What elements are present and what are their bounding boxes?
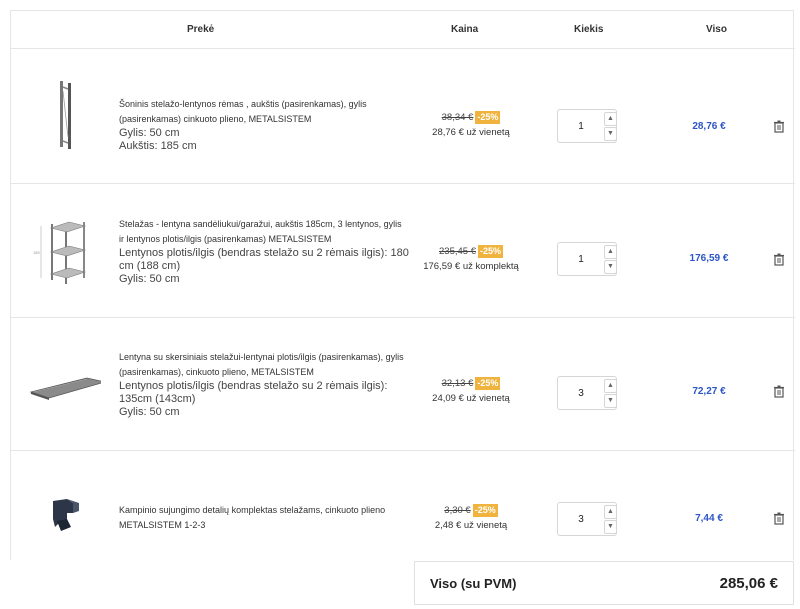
trash-icon[interactable] [773, 120, 785, 133]
old-price: 3,30 € [444, 505, 471, 516]
decrement-button[interactable]: ▼ [604, 394, 617, 408]
product-title-link[interactable]: Šoninis stelažo-lentynos rėmas , aukštis… [119, 97, 409, 127]
product-description: Kampinio sujungimo detalių komplektas st… [119, 503, 409, 533]
order-summary: Viso (su PVM) 285,06 € [414, 561, 794, 605]
line-total: 176,59 € [689, 253, 729, 264]
summary-total: 285,06 € [719, 575, 778, 592]
unit-price: 176,59 € už komplektą [423, 261, 519, 272]
product-option: Lentynos plotis/ilgis (bendras stelažo s… [119, 247, 409, 272]
quantity-input[interactable] [562, 118, 600, 134]
unit-price: 24,09 € už vienetą [432, 393, 510, 404]
cart-row: Šoninis stelažo-lentynos rėmas , aukštis… [11, 49, 795, 184]
quantity-input[interactable] [562, 511, 600, 527]
old-price: 235,45 € [439, 246, 476, 257]
product-option: Lentynos plotis/ilgis (bendras stelažo s… [119, 380, 388, 405]
trash-icon[interactable] [773, 253, 785, 266]
cart-row: 185 Stelažas - lentyna sandėliukui/garaž… [11, 184, 795, 318]
unit-price: 28,76 € už vienetą [432, 127, 510, 138]
decrement-button[interactable]: ▼ [604, 520, 617, 534]
header-quantity: Kiekis [574, 24, 604, 35]
discount-badge: -25% [477, 245, 503, 258]
discount-badge: -25% [475, 377, 501, 390]
product-option: Aukštis: 185 cm [119, 140, 197, 152]
product-option: Gylis: 50 cm [119, 127, 180, 139]
product-option: Gylis: 50 cm [119, 273, 180, 285]
price-cell: 32,13 € -25% 24,09 € už vienetą [406, 376, 536, 406]
price-cell: 3,30 € -25% 2,48 € už vienetą [406, 503, 536, 533]
discount-badge: -25% [472, 504, 498, 517]
summary-label: Viso (su PVM) [430, 576, 517, 591]
quantity-stepper: ▲ ▼ [557, 109, 617, 143]
quantity-input[interactable] [562, 385, 600, 401]
product-title-link[interactable]: Kampinio sujungimo detalių komplektas st… [119, 503, 409, 533]
line-total: 28,76 € [692, 121, 726, 132]
increment-button[interactable]: ▲ [604, 112, 617, 126]
header-product: Prekė [187, 24, 215, 35]
svg-text:185: 185 [33, 250, 40, 255]
price-cell: 38,34 € -25% 28,76 € už vienetą [406, 110, 536, 140]
trash-icon[interactable] [773, 385, 785, 398]
cart-row: Lentyna su skersiniais stelažui-lentynai… [11, 318, 795, 451]
header-price: Kaina [451, 24, 479, 35]
table-header: Prekė Kaina Kiekis Viso [11, 11, 795, 49]
line-total: 72,27 € [692, 386, 726, 397]
increment-button[interactable]: ▲ [604, 379, 617, 393]
cart-row: Kampinio sujungimo detalių komplektas st… [11, 451, 795, 561]
decrement-button[interactable]: ▼ [604, 127, 617, 141]
product-title-link[interactable]: Stelažas - lentyna sandėliukui/garažui, … [119, 217, 409, 247]
corner-connector-image[interactable] [27, 481, 101, 555]
product-description: Šoninis stelažo-lentynos rėmas , aukštis… [119, 97, 409, 153]
trash-icon[interactable] [773, 512, 785, 525]
header-total: Viso [706, 24, 727, 35]
increment-button[interactable]: ▲ [604, 245, 617, 259]
product-title-link[interactable]: Lentyna su skersiniais stelažui-lentynai… [119, 350, 409, 380]
quantity-stepper: ▲ ▼ [557, 242, 617, 276]
cart-table: Prekė Kaina Kiekis Viso Šoninis stelažo-… [10, 10, 795, 561]
product-option: Gylis: 50 cm [119, 406, 180, 418]
old-price: 32,13 € [441, 378, 474, 389]
quantity-stepper: ▲ ▼ [557, 502, 617, 536]
shelf-side-frame-image[interactable] [27, 77, 101, 151]
line-total: 7,44 € [695, 513, 723, 524]
product-description: Stelažas - lentyna sandėliukui/garažui, … [119, 217, 409, 286]
discount-badge: -25% [475, 111, 501, 124]
shelving-unit-image[interactable]: 185 [27, 214, 101, 288]
product-description: Lentyna su skersiniais stelažui-lentynai… [119, 350, 409, 419]
quantity-input[interactable] [562, 251, 600, 267]
old-price: 38,34 € [441, 112, 474, 123]
shelf-board-image[interactable] [27, 352, 106, 426]
decrement-button[interactable]: ▼ [604, 260, 617, 274]
price-cell: 235,45 € -25% 176,59 € už komplektą [406, 244, 536, 274]
quantity-stepper: ▲ ▼ [557, 376, 617, 410]
unit-price: 2,48 € už vienetą [434, 520, 508, 531]
increment-button[interactable]: ▲ [604, 505, 617, 519]
